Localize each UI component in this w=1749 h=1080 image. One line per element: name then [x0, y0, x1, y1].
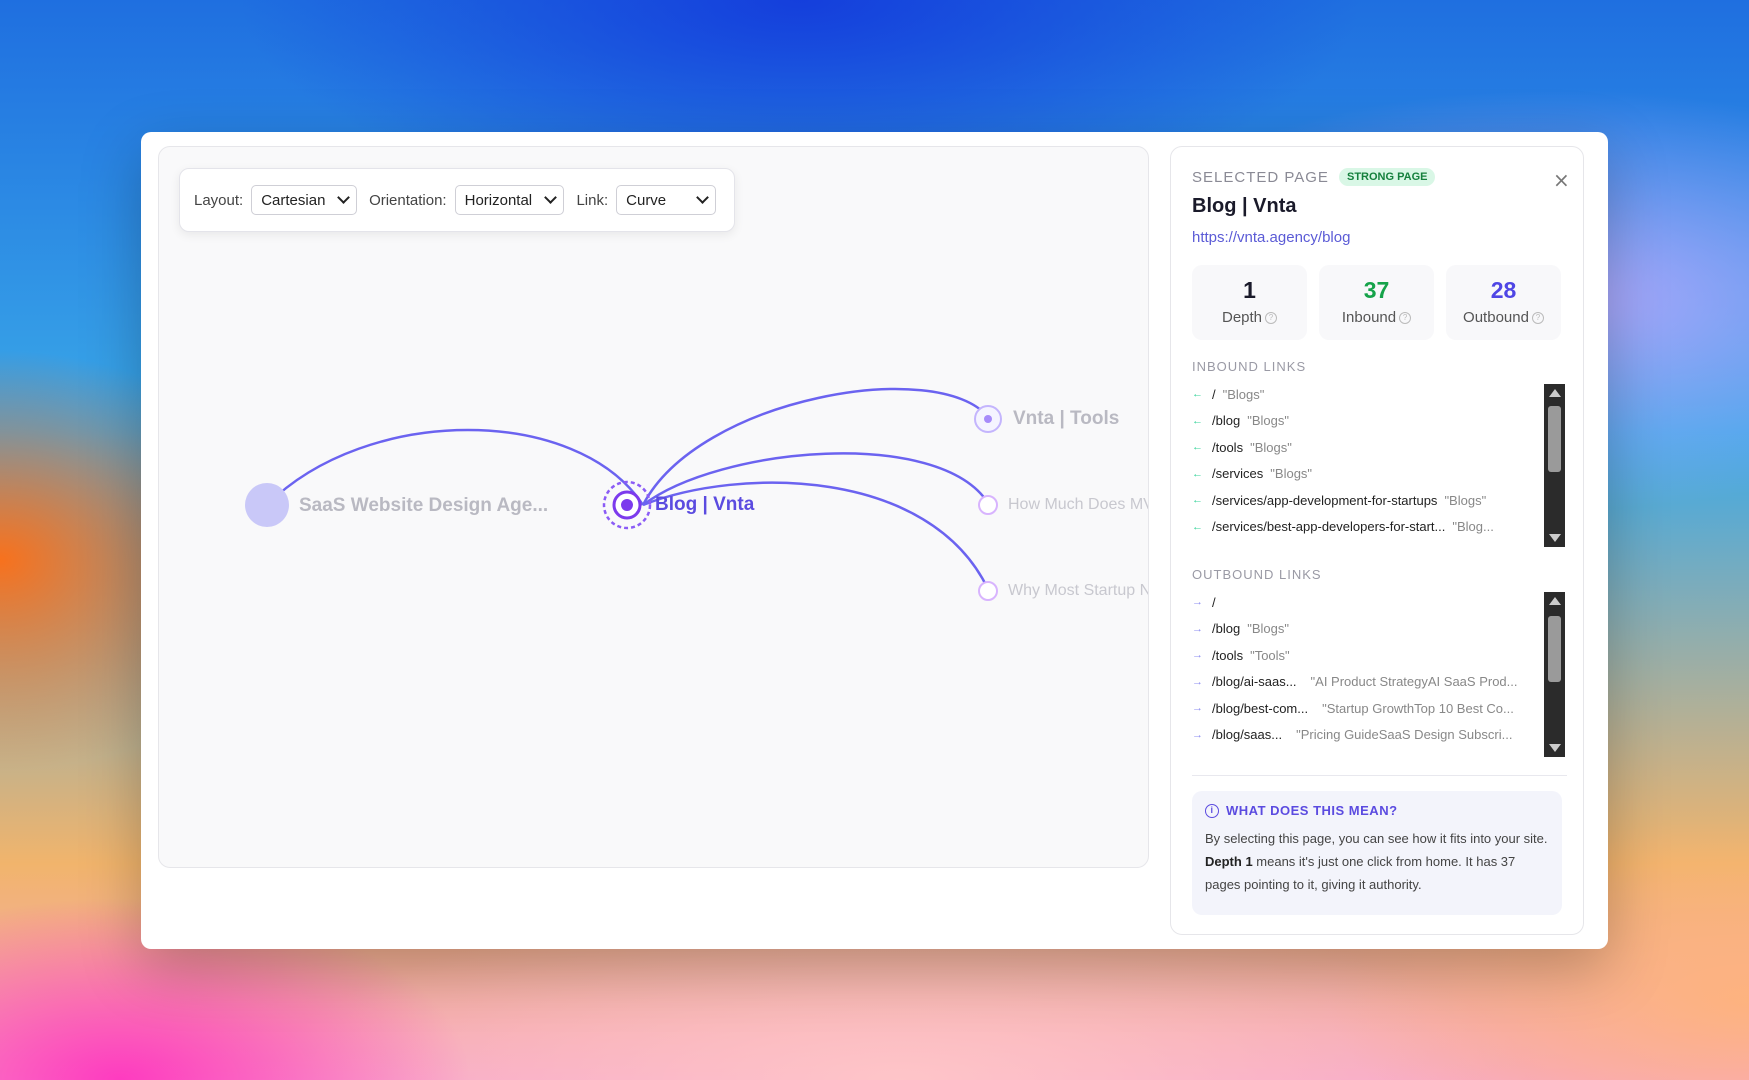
- list-item[interactable]: ←/blog "Blogs": [1192, 408, 1562, 435]
- stat-inbound-value: 37: [1363, 277, 1390, 303]
- list-item[interactable]: ←/tools "Blogs": [1192, 434, 1562, 461]
- link-value: Curve: [626, 191, 667, 209]
- link-root-to-blog: [266, 428, 645, 506]
- orientation-select[interactable]: Horizontal: [454, 185, 565, 215]
- explanation-box: i WHAT DOES THIS MEAN? By selecting this…: [1192, 791, 1562, 915]
- list-item[interactable]: ← / "Blogs": [1192, 381, 1562, 408]
- arrow-right-icon: →: [1192, 596, 1203, 609]
- scroll-down-icon[interactable]: [1549, 534, 1561, 542]
- arrow-left-icon: ←: [1192, 494, 1203, 507]
- help-icon[interactable]: ?: [1399, 312, 1412, 325]
- graph-toolbar: Layout: Cartesian Orientation: Horizonta…: [179, 168, 735, 232]
- arrow-left-icon: ←: [1192, 388, 1203, 401]
- scroll-down-icon[interactable]: [1549, 744, 1561, 752]
- stat-outbound-value: 28: [1490, 277, 1517, 303]
- outbound-links-title: OUTBOUND LINKS: [1192, 567, 1322, 582]
- page-title: Blog | Vnta: [1192, 195, 1297, 217]
- panel-heading: SELECTED PAGE: [1192, 169, 1329, 186]
- scroll-up-icon[interactable]: [1549, 597, 1561, 605]
- scroll-up-icon[interactable]: [1549, 389, 1561, 397]
- list-item[interactable]: ←/services "Blogs": [1192, 461, 1562, 488]
- graph-canvas[interactable]: SaaS Website Design Age... Blog | Vnta V…: [158, 146, 1149, 868]
- outbound-links-list[interactable]: → / →/blog "Blogs" →/tools "Tools" →/blog/a…: [1192, 589, 1562, 749]
- arrow-left-icon: ←: [1192, 441, 1203, 454]
- scroll-thumb[interactable]: [1548, 406, 1561, 472]
- arrow-left-icon: ←: [1192, 467, 1203, 480]
- arrow-right-icon: →: [1192, 649, 1203, 662]
- link-label: Link:: [576, 191, 609, 209]
- stat-outbound-label: Outbound: [1463, 309, 1529, 326]
- list-item[interactable]: ←/services/best-app-developers-for-start…: [1192, 514, 1562, 540]
- orientation-value: Horizontal: [464, 191, 533, 209]
- explanation-body: By selecting this page, you can see how …: [1205, 831, 1548, 892]
- selected-page-panel: SELECTED PAGE STRONG PAGE × Blog | Vnta …: [1170, 146, 1584, 935]
- child-label-startup[interactable]: Why Most Startup N: [1008, 582, 1148, 600]
- selected-node-label[interactable]: Blog | Vnta: [655, 494, 754, 516]
- list-item[interactable]: →/blog/best-com... "Startup GrowthTop 10 …: [1192, 695, 1562, 722]
- stat-depth: 1 Depth?: [1192, 265, 1307, 340]
- root-node[interactable]: [245, 483, 289, 527]
- layout-select[interactable]: Cartesian: [251, 185, 358, 215]
- outbound-scrollbar[interactable]: [1544, 592, 1565, 757]
- chevron-down-icon: [337, 191, 350, 204]
- explanation-title: i WHAT DOES THIS MEAN?: [1205, 803, 1549, 818]
- child-label-mvp[interactable]: How Much Does MV: [1008, 496, 1148, 514]
- inbound-links-list[interactable]: ← / "Blogs" ←/blog "Blogs" ←/tools "Blogs" ←…: [1192, 381, 1562, 539]
- stat-depth-value: 1: [1243, 277, 1256, 303]
- inbound-links-title: INBOUND LINKS: [1192, 359, 1307, 374]
- info-icon: i: [1205, 803, 1219, 818]
- explanation-title-text: WHAT DOES THIS MEAN?: [1226, 803, 1398, 818]
- status-badge: STRONG PAGE: [1339, 168, 1436, 186]
- orientation-label: Orientation:: [369, 191, 447, 209]
- list-item[interactable]: →/tools "Tools": [1192, 642, 1562, 669]
- child-node-mvp[interactable]: [978, 495, 998, 515]
- list-item[interactable]: →/blog/saas... "Pricing GuideSaaS Design …: [1192, 722, 1562, 749]
- divider: [1192, 775, 1567, 776]
- arrow-right-icon: →: [1192, 728, 1203, 741]
- link-select[interactable]: Curve: [616, 185, 716, 215]
- layout-label: Layout:: [194, 191, 244, 209]
- arrow-right-icon: →: [1192, 622, 1203, 635]
- help-icon[interactable]: ?: [1265, 312, 1278, 325]
- chevron-down-icon: [696, 191, 709, 204]
- root-node-label[interactable]: SaaS Website Design Age...: [299, 495, 548, 517]
- close-icon[interactable]: ×: [1553, 170, 1570, 190]
- arrow-right-icon: →: [1192, 675, 1203, 688]
- link-blog-to-tools: [641, 387, 989, 506]
- arrow-left-icon: ←: [1192, 520, 1203, 533]
- stat-inbound: 37 Inbound?: [1319, 265, 1434, 340]
- list-item[interactable]: ←/services/app-development-for-startups "…: [1192, 487, 1562, 514]
- page-url-link[interactable]: https://vnta.agency/blog: [1192, 229, 1350, 246]
- arrow-left-icon: ←: [1192, 414, 1203, 427]
- site-structure-window: SaaS Website Design Age... Blog | Vnta V…: [141, 132, 1608, 949]
- layout-value: Cartesian: [261, 191, 326, 209]
- list-item[interactable]: → /: [1192, 589, 1562, 616]
- child-label-tools[interactable]: Vnta | Tools: [1013, 408, 1119, 430]
- inbound-scrollbar[interactable]: [1544, 384, 1565, 547]
- stat-depth-label: Depth: [1221, 309, 1263, 326]
- help-icon[interactable]: ?: [1531, 312, 1544, 325]
- arrow-right-icon: →: [1192, 702, 1203, 715]
- child-node-startup[interactable]: [978, 581, 998, 601]
- list-item[interactable]: →/blog "Blogs": [1192, 616, 1562, 643]
- scroll-thumb[interactable]: [1548, 616, 1561, 682]
- chevron-down-icon: [544, 191, 558, 204]
- stat-inbound-label: Inbound: [1341, 309, 1397, 326]
- stat-outbound: 28 Outbound?: [1446, 265, 1561, 340]
- list-item[interactable]: →/blog/ai-saas... "AI Product StrategyAI …: [1192, 669, 1562, 696]
